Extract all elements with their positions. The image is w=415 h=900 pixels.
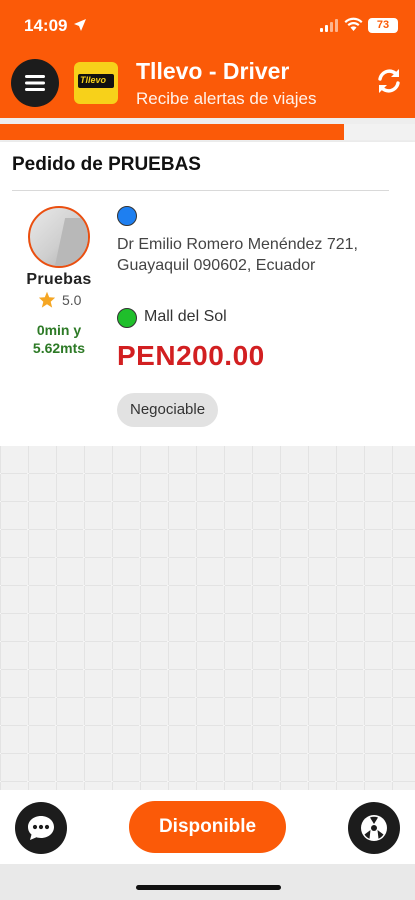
home-indicator[interactable] xyxy=(136,885,281,890)
menu-icon xyxy=(25,75,45,91)
chat-button[interactable] xyxy=(15,802,67,854)
signal-icon xyxy=(320,19,338,32)
request-timer-fill xyxy=(0,124,345,140)
background-pattern xyxy=(0,446,415,790)
app-title: Tllevo - Driver xyxy=(136,58,290,84)
wifi-icon xyxy=(344,17,363,31)
avatar xyxy=(28,206,90,268)
sos-icon xyxy=(361,815,387,841)
refresh-icon[interactable] xyxy=(374,66,404,96)
order-card[interactable]: Pedido de PRUEBAS Pruebas 5.0 0min y 5.6… xyxy=(0,142,415,446)
battery-level: 73 xyxy=(376,19,390,31)
eta-time: 0min y xyxy=(36,322,82,338)
logo-text: Tllevo xyxy=(80,75,107,85)
card-divider xyxy=(12,190,389,191)
location-arrow-icon xyxy=(74,19,86,31)
request-timer-bar xyxy=(0,124,415,140)
status-time: 14:09 xyxy=(24,16,68,35)
destination-dot-icon xyxy=(117,308,137,328)
app-logo: Tllevo xyxy=(74,62,118,104)
negotiable-badge: Negociable xyxy=(117,393,219,427)
chat-icon xyxy=(28,816,54,840)
eta-distance: 0min y 5.62mts xyxy=(0,321,118,357)
origin-dot-icon xyxy=(117,206,137,226)
destination-address: Mall del Sol xyxy=(144,308,227,325)
trip-price: PEN200.00 xyxy=(117,340,265,371)
app-subtitle: Recibe alertas de viajes xyxy=(136,89,317,108)
sos-button[interactable] xyxy=(348,802,400,854)
eta-meters: 5.62mts xyxy=(32,340,86,356)
status-bar: 14:09 73 xyxy=(0,0,415,48)
passenger-name: Pruebas xyxy=(26,271,92,288)
order-title: Pedido de PRUEBAS xyxy=(12,154,201,175)
menu-button[interactable] xyxy=(11,59,59,107)
home-indicator-area xyxy=(0,864,415,900)
available-button[interactable]: Disponible xyxy=(129,801,286,853)
star-icon xyxy=(38,291,56,308)
bottom-bar: Disponible xyxy=(0,790,415,864)
origin-address: Dr Emilio Romero Menéndez 721, Guayaquil… xyxy=(117,236,358,274)
passenger-rating: 5.0 xyxy=(62,292,82,308)
battery-icon: 73 xyxy=(368,18,398,33)
app-header: 14:09 73 Tllevo Tllevo - Driver Recibe a… xyxy=(0,0,415,118)
